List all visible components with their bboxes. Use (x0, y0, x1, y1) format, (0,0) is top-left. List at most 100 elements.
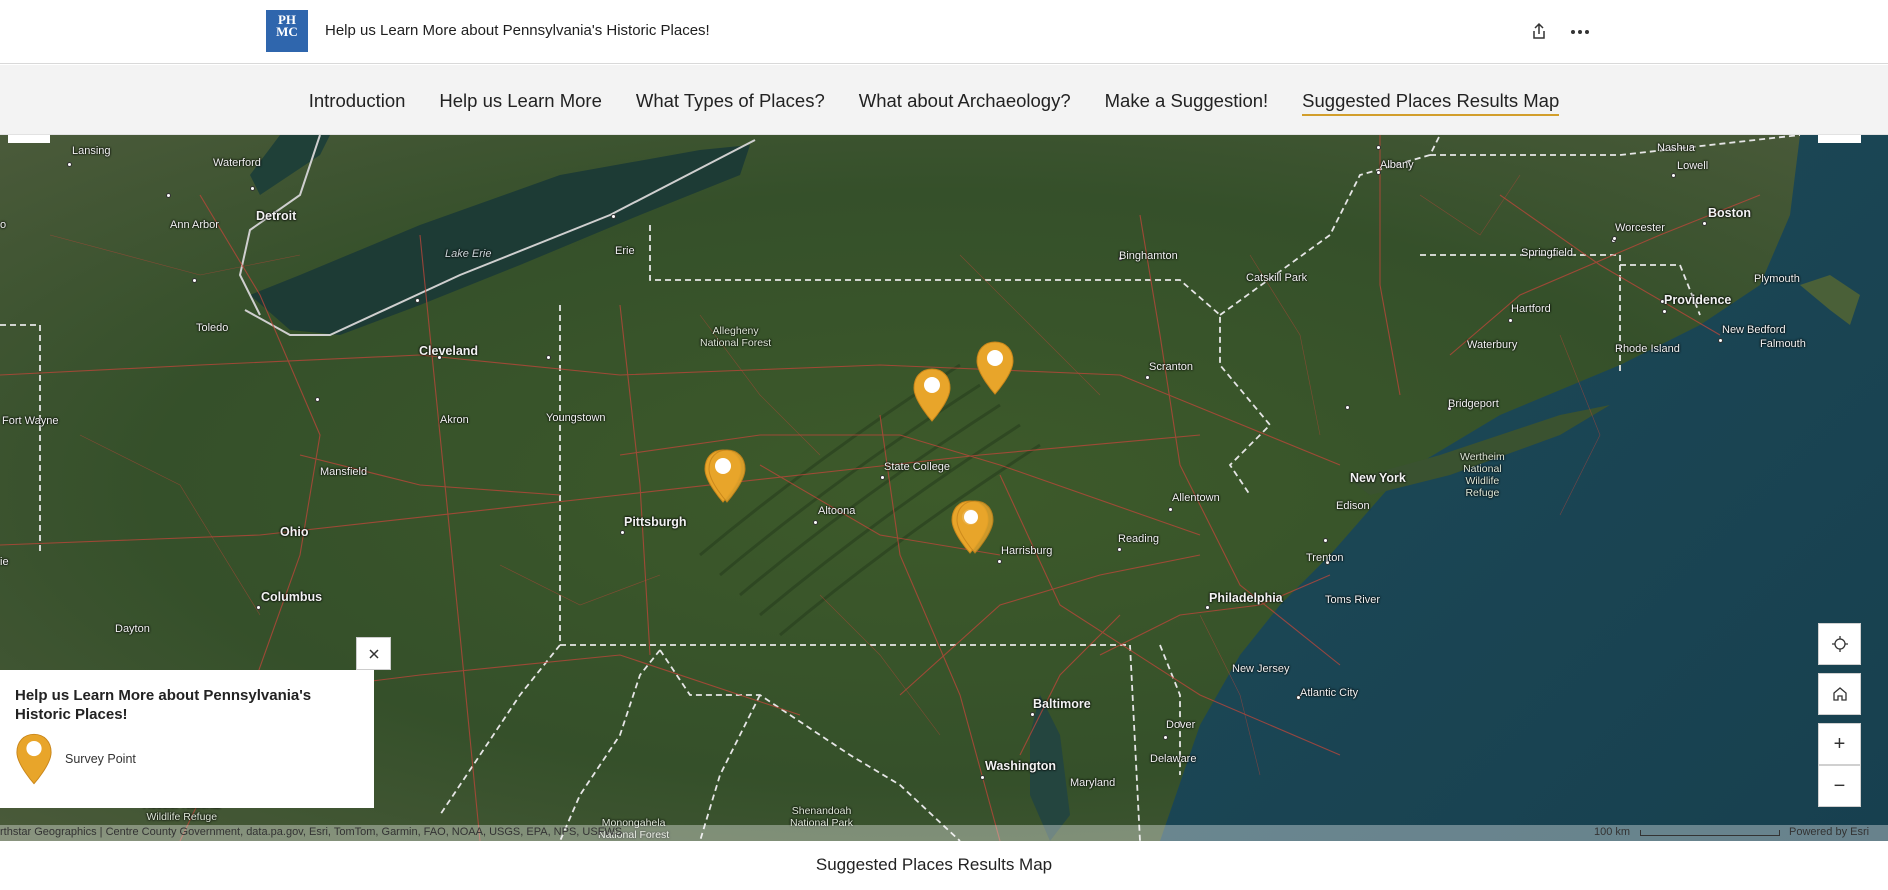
map-label-scranton: Scranton (1149, 361, 1194, 373)
map-label-bridgeport: Bridgeport (1448, 398, 1499, 410)
city-dot (1163, 735, 1168, 740)
section-nav: Introduction Help us Learn More What Typ… (0, 65, 1888, 135)
map-label-edge-o: o (0, 219, 7, 231)
map-label-pittsburgh: Pittsburgh (624, 515, 687, 529)
more-horizontal-icon (1571, 30, 1589, 34)
city-dot (1612, 236, 1617, 241)
map-label-plymouth: Plymouth (1754, 273, 1800, 285)
city-dot (256, 605, 261, 610)
zoom-in-button[interactable]: + (1818, 723, 1861, 765)
legend-title: Help us Learn More about Pennsylvania's … (15, 687, 312, 723)
city-dot (1323, 538, 1328, 543)
map-label-springfield: Springfield (1521, 247, 1573, 259)
nav-what-types-of-places[interactable]: What Types of Places? (636, 90, 825, 116)
city-dot (192, 278, 197, 283)
map-label-catskill-park: Catskill Park (1246, 272, 1308, 284)
map-label-albany: Albany (1380, 159, 1414, 171)
zoom-out-button[interactable]: − (1818, 765, 1861, 807)
map-label-lansing: Lansing (72, 145, 111, 157)
legend-panel: Help us Learn More about Pennsylvania's … (0, 670, 374, 808)
map-attribution: rthstar Geographics | Centre County Gove… (0, 825, 1888, 841)
map-label-providence: Providence (1664, 293, 1732, 307)
home-icon (1832, 687, 1847, 701)
nav-make-a-suggestion[interactable]: Make a Suggestion! (1105, 90, 1269, 116)
city-dot (880, 475, 885, 480)
survey-point-pin[interactable] (707, 448, 747, 504)
map-label-youngstown: Youngstown (546, 412, 606, 424)
map-label-edison: Edison (1336, 500, 1370, 512)
nav-what-about-archaeology[interactable]: What about Archaeology? (859, 90, 1071, 116)
nav-introduction[interactable]: Introduction (309, 90, 406, 116)
map-label-dayton: Dayton (115, 623, 150, 635)
map-label-worcester: Worcester (1615, 222, 1665, 234)
map-label-columbus: Columbus (261, 590, 323, 604)
city-dot (1030, 712, 1035, 717)
city-dot (1205, 605, 1210, 610)
map-label-detroit: Detroit (256, 209, 297, 223)
map-label-ann-arbor: Ann Arbor (170, 219, 219, 231)
city-dot (415, 298, 420, 303)
survey-point-pin[interactable] (912, 367, 952, 423)
map-label-cleveland: Cleveland (419, 344, 479, 358)
map-label-allegheny-national-forest: Allegheny National Forest (700, 325, 772, 349)
nav-help-us-learn-more[interactable]: Help us Learn More (439, 90, 601, 116)
phmc-logo: PH MC (266, 10, 308, 52)
city-dot (1662, 309, 1667, 314)
survey-point-pin[interactable] (955, 499, 995, 555)
map-label-falmouth: Falmouth (1760, 338, 1806, 350)
map-caption: Suggested Places Results Map (815, 855, 1053, 874)
city-dot (1671, 173, 1676, 178)
map-label-hartford: Hartford (1511, 303, 1551, 315)
map-label-edge-ie: ie (0, 556, 9, 568)
scale-label: 100 km (1594, 826, 1631, 838)
map-label-mansfield: Mansfield (320, 466, 368, 478)
city-dot (1376, 145, 1381, 150)
map-control-top-left[interactable] (8, 135, 50, 143)
map-label-waterbury: Waterbury (1467, 339, 1518, 351)
map-label-nashua: Nashua (1657, 142, 1695, 154)
map-label-atlantic-city: Atlantic City (1300, 687, 1359, 699)
app-header: PH MC Help us Learn More about Pennsylvan… (0, 0, 1888, 64)
map-label-state-college: State College (884, 461, 951, 473)
map-label-new-jersey: New Jersey (1232, 663, 1290, 675)
map-pin-icon (16, 733, 52, 785)
map-label-akron: Akron (440, 414, 469, 426)
survey-point-pin[interactable] (975, 340, 1015, 396)
city-dot (67, 162, 72, 167)
map-control-top-right[interactable] (1818, 135, 1861, 143)
map-label-boston: Boston (1708, 206, 1752, 220)
locate-button[interactable] (1818, 623, 1861, 665)
map-label-harrisburg: Harrisburg (1001, 545, 1053, 557)
city-dot (1117, 547, 1122, 552)
map-label-rhode-island: Rhode Island (1615, 343, 1680, 355)
map-label-wertheim-refuge: Wertheim National Wildlife Refuge (1460, 451, 1505, 499)
city-dot (315, 397, 320, 402)
locate-icon (1831, 636, 1848, 652)
nav-suggested-places-results-map[interactable]: Suggested Places Results Map (1302, 90, 1560, 116)
map-label-fort-wayne: Fort Wayne (2, 415, 59, 427)
map-label-dover: Dover (1166, 719, 1196, 731)
map-label-new-bedford: New Bedford (1722, 324, 1786, 336)
map-label-reading: Reading (1118, 533, 1159, 545)
map-label-baltimore: Baltimore (1033, 697, 1091, 711)
map-label-new-york: New York (1350, 471, 1406, 485)
home-button[interactable] (1818, 673, 1861, 715)
city-dot (1702, 221, 1707, 226)
more-options-button[interactable] (1566, 18, 1594, 46)
city-dot (1345, 405, 1350, 410)
app-title: Help us Learn More about Pennsylvania's … (325, 22, 710, 39)
city-dot (980, 775, 985, 780)
city-dot (1508, 318, 1513, 323)
city-dot (250, 186, 255, 191)
powered-by-esri[interactable]: Powered by Esri (1789, 826, 1869, 838)
legend-item-label: Survey Point (65, 752, 136, 766)
attribution-text[interactable]: rthstar Geographics | Centre County Gove… (0, 826, 622, 838)
share-button[interactable] (1525, 18, 1553, 46)
scale-bar (1640, 830, 1780, 836)
map-label-binghamton: Binghamton (1119, 250, 1178, 262)
legend-close-button[interactable] (356, 637, 391, 670)
city-dot (813, 520, 818, 525)
share-icon (1533, 22, 1545, 39)
map-label-maryland: Maryland (1070, 777, 1116, 789)
map-label-erie: Erie (615, 245, 635, 257)
